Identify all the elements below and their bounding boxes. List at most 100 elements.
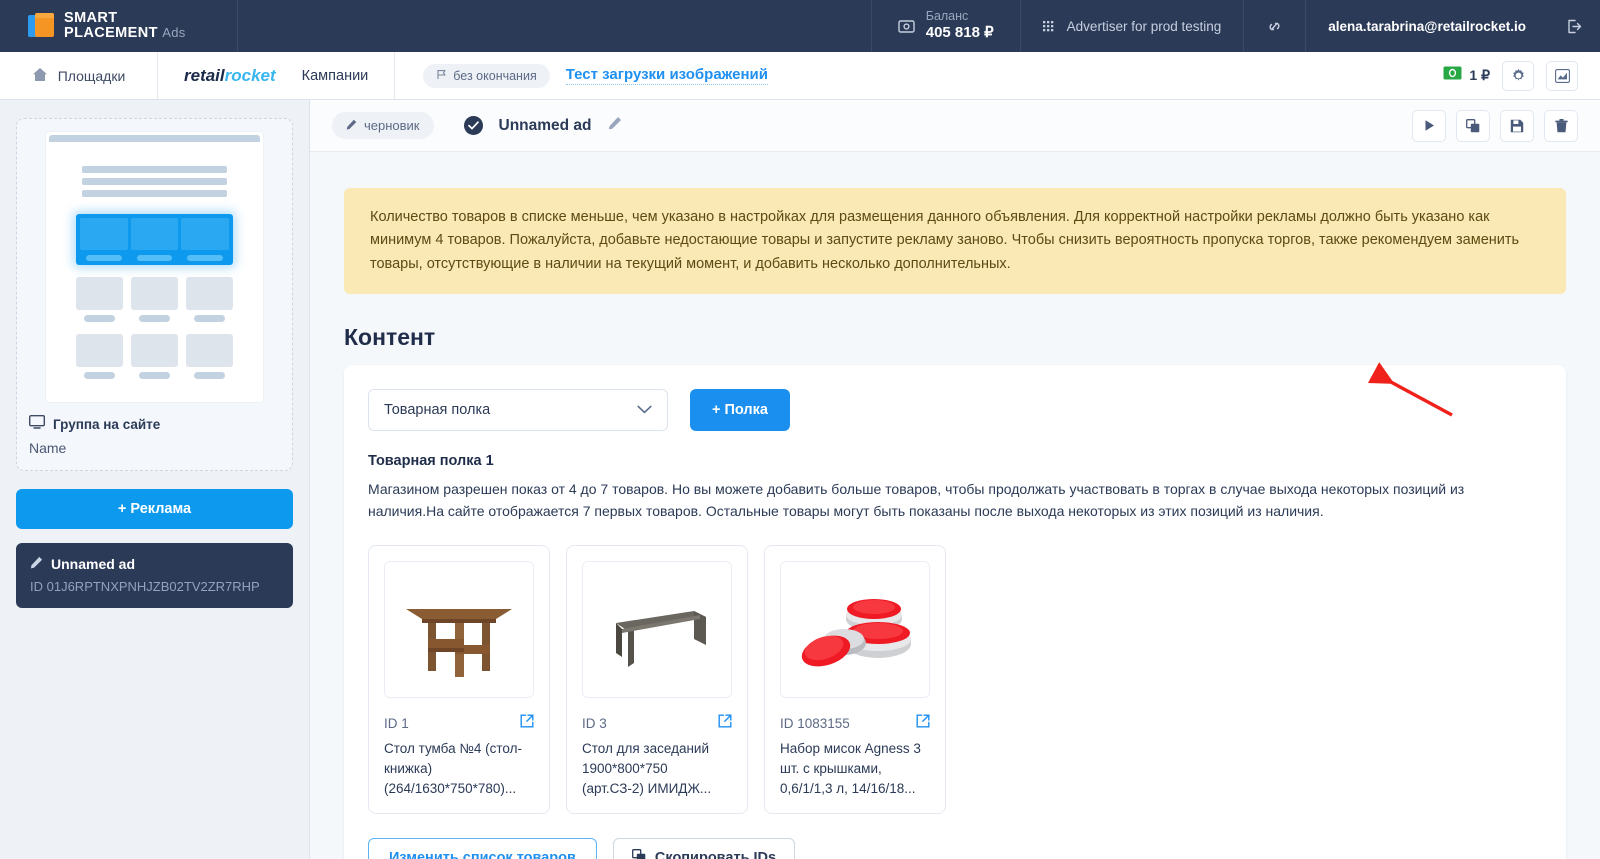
- edit-product-list-button[interactable]: Изменить список товаров: [368, 837, 597, 859]
- delete-button[interactable]: [1544, 109, 1578, 142]
- add-ad-button[interactable]: + Реклама: [16, 489, 293, 529]
- product-image: [582, 560, 732, 698]
- mock-highlighted-shelf: [76, 214, 233, 265]
- save-button[interactable]: [1500, 109, 1534, 142]
- shelf-controls-row: Товарная полка + Полка: [368, 389, 1542, 432]
- pencil-icon: [346, 118, 357, 133]
- ad-title: Unnamed ad: [498, 116, 592, 134]
- top-bar: SMART PLACEMENT Ads Баланс 405 818 ₽ Adv…: [0, 0, 1600, 52]
- logout-icon: [1566, 19, 1582, 34]
- product-id-row: ID 1: [384, 714, 534, 733]
- content-panel: Товарная полка + Полка Товарная полка 1 …: [344, 365, 1566, 859]
- draft-status-badge: черновик: [332, 112, 434, 139]
- user-email: alena.tarabrina@retailrocket.io: [1328, 18, 1526, 34]
- preview-group-row: Группа на сайте: [28, 414, 280, 434]
- ad-valid-check-icon: [463, 116, 483, 135]
- main-area: черновик Unnamed ad Количество товаров в…: [310, 100, 1600, 859]
- preview-group-label: Группа на сайте: [53, 417, 161, 432]
- sidebar: Группа на сайте Name + Реклама Unnamed a…: [0, 100, 310, 859]
- draft-status-label: черновик: [364, 118, 420, 133]
- copy-button[interactable]: [1456, 109, 1490, 142]
- mock-text-lines: [82, 166, 227, 197]
- copy-ids-label: Скопировать IDs: [654, 849, 777, 859]
- campaign-status-badge: без окончания: [423, 63, 550, 88]
- bid-chip: 1 ₽: [1443, 66, 1490, 85]
- product-id: ID 1083155: [780, 715, 850, 731]
- money-icon: [898, 19, 915, 33]
- shelf-type-value: Товарная полка: [384, 402, 491, 419]
- ad-toolbar-actions: [1412, 109, 1578, 142]
- brand-line-1: SMART: [64, 9, 118, 26]
- preview-group-name: Name: [29, 440, 67, 456]
- advertiser-name: Advertiser for prod testing: [1066, 18, 1222, 34]
- brand-text: SMART PLACEMENT Ads: [64, 9, 186, 41]
- ad-toolbar: черновик Unnamed ad: [310, 100, 1600, 152]
- product-image: [780, 560, 930, 698]
- product-image: [384, 560, 534, 698]
- warning-banner: Количество товаров в списке меньше, чем …: [344, 188, 1566, 295]
- balance-cell[interactable]: Баланс 405 818 ₽: [870, 0, 1020, 52]
- copy-icon: [631, 848, 646, 859]
- pencil-icon: [30, 556, 43, 572]
- shelf-name: Товарная полка 1: [368, 453, 494, 470]
- product-id-row: ID 1083155: [780, 714, 930, 733]
- product-id-row: ID 3: [582, 714, 732, 733]
- mock-product-row: [76, 334, 233, 379]
- statistics-button[interactable]: [1546, 60, 1578, 91]
- grid-icon: [1042, 20, 1056, 33]
- ad-preview-card[interactable]: Группа на сайте Name: [16, 118, 293, 471]
- product-title: Стол тумба №4 (стол-книжка) (264/1630*75…: [384, 740, 522, 796]
- link-cell[interactable]: [1243, 0, 1305, 52]
- shelf-type-select[interactable]: Товарная полка: [368, 389, 668, 432]
- logout-button[interactable]: [1548, 0, 1600, 52]
- product-card[interactable]: ID 1083155 Набор мисок Agness 3 шт. с кр…: [764, 544, 946, 814]
- home-icon: [32, 67, 48, 85]
- smart-placement-logo-icon: [28, 13, 54, 39]
- open-external-icon[interactable]: [916, 714, 930, 733]
- advertiser-cell[interactable]: Advertiser for prod testing: [1019, 0, 1244, 52]
- open-external-icon[interactable]: [520, 714, 534, 733]
- ad-list-item-selected[interactable]: Unnamed ad ID 01J6RPTNXPNHJZB02TV2ZR7RHP: [16, 543, 293, 608]
- nav-campaigns-block: retailrocket Кампании: [158, 52, 396, 99]
- flag-icon: [436, 69, 447, 83]
- product-card-list: ID 1 Стол тумба №4 (стол-книжка) (264/16…: [368, 544, 1542, 814]
- monitor-icon: [28, 414, 46, 434]
- open-external-icon[interactable]: [718, 714, 732, 733]
- balance-value: 405 818 ₽: [925, 24, 994, 42]
- rr-logo-retail: retail: [184, 65, 225, 85]
- shelf-description: Магазином разрешен показ от 4 до 7 товар…: [368, 481, 1465, 520]
- nav-right-tools: 1 ₽: [1443, 52, 1600, 99]
- nav-item-sites-label: Площадки: [57, 67, 126, 84]
- nav-item-sites[interactable]: Площадки: [0, 52, 158, 99]
- retailrocket-logo[interactable]: retailrocket: [184, 66, 276, 86]
- ad-list-item-title: Unnamed ad: [51, 556, 136, 572]
- content-scroll-area: Количество товаров в списке меньше, чем …: [310, 152, 1600, 859]
- settings-button[interactable]: [1502, 60, 1534, 91]
- product-id: ID 1: [384, 715, 409, 731]
- product-title: Набор мисок Agness 3 шт. с крышками, 0,6…: [780, 740, 921, 796]
- rr-logo-rocket: rocket: [224, 65, 276, 85]
- campaign-status-label: без окончания: [453, 68, 537, 83]
- play-button[interactable]: [1412, 109, 1446, 142]
- balance-label: Баланс: [925, 8, 969, 23]
- product-card[interactable]: ID 1 Стол тумба №4 (стол-книжка) (264/16…: [368, 544, 550, 814]
- product-card[interactable]: ID 3 Стол для заседаний 1900*800*750 (ар…: [566, 544, 748, 814]
- site-preview-mockup: [45, 131, 264, 403]
- nav-bar: Площадки retailrocket Кампании без оконч…: [0, 52, 1600, 100]
- add-shelf-button[interactable]: + Полка: [690, 389, 790, 432]
- nav-item-campaigns[interactable]: Кампании: [302, 68, 369, 84]
- edit-ad-name-button[interactable]: [608, 116, 622, 135]
- ad-list-item-id: ID 01J6RPTNXPNHJZB02TV2ZR7RHP: [30, 579, 260, 594]
- brand-logo-block[interactable]: SMART PLACEMENT Ads: [0, 0, 238, 52]
- campaign-name-link[interactable]: Тест загрузки изображений: [565, 66, 768, 85]
- copy-ids-button[interactable]: Скопировать IDs: [612, 837, 796, 859]
- money-icon: [1443, 66, 1462, 85]
- brand-suffix: Ads: [162, 25, 186, 40]
- product-id: ID 3: [582, 715, 607, 731]
- product-title: Стол для заседаний 1900*800*750 (арт.СЗ-…: [582, 740, 712, 796]
- mock-product-row: [76, 277, 233, 322]
- bid-amount: 1 ₽: [1469, 67, 1490, 83]
- chevron-down-icon: [637, 402, 652, 418]
- user-cell[interactable]: alena.tarabrina@retailrocket.io: [1305, 0, 1548, 52]
